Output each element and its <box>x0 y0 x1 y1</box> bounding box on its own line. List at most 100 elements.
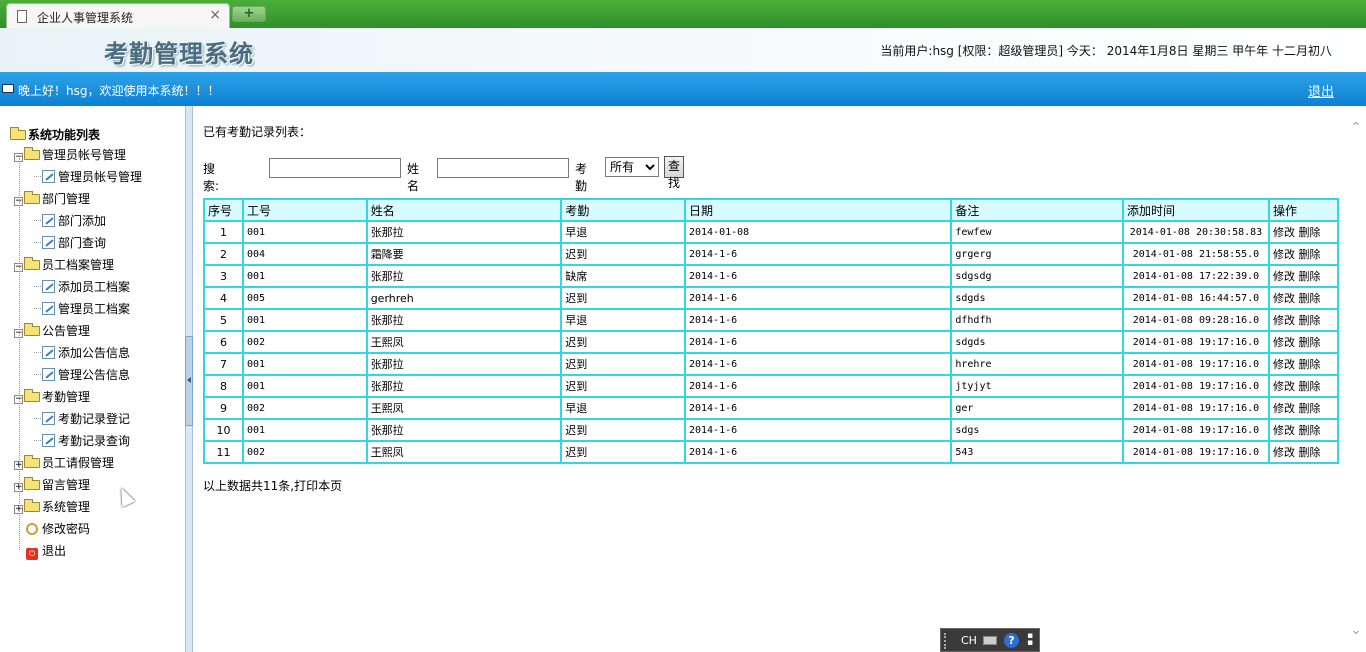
table-row: 6 002 王熙凤 迟到 2014-1-6 sdgds 2014-01-08 19:17:1… <box>203 330 1340 354</box>
record-date-cell: 2014-1-6 <box>683 330 953 354</box>
scroll-down-icon[interactable]: ⌄ <box>1350 623 1362 637</box>
row-number-cell: 10 <box>203 418 244 442</box>
edit-page-icon <box>42 214 55 227</box>
delete-link[interactable]: 删除 <box>1298 424 1320 437</box>
search-button[interactable]: 查找 <box>664 156 685 190</box>
edit-link[interactable]: 修改 <box>1273 248 1295 261</box>
tree-group[interactable]: − 公告管理 <box>14 322 90 339</box>
name-input[interactable] <box>437 158 569 178</box>
edit-link[interactable]: 修改 <box>1273 446 1295 459</box>
tree-link[interactable]: 考勤记录查询 <box>42 432 130 449</box>
sidebar: 系统功能列表 − 管理员帐号管理管理员帐号管理 − 部门管理部门添加部门查询 − 员工档案… <box>0 106 186 652</box>
record-note-cell: jtyjyt <box>950 374 1124 398</box>
actions-cell: 修改 删除 <box>1267 396 1340 420</box>
row-number-cell: 4 <box>203 286 244 310</box>
user-info: 当前用户:hsg [权限：超级管理员] 今天： 2014年1月8日 星期三 甲午… <box>880 44 1332 58</box>
tree-link[interactable]: 管理员工档案 <box>42 300 130 317</box>
employee-id-cell: 001 <box>241 352 368 376</box>
table-header-row: 序号 工号 姓名 考勤 日期 备注 添加时间 操作 <box>203 198 1340 222</box>
employee-name-cell: 张那拉 <box>365 418 563 442</box>
tree-link[interactable]: 部门添加 <box>42 212 106 229</box>
tree-group[interactable]: − 管理员帐号管理 <box>14 146 126 163</box>
edit-page-icon <box>42 368 55 381</box>
tree-link[interactable]: 添加员工档案 <box>42 278 130 295</box>
added-time-cell: 2014-01-08 16:44:57.0 <box>1121 286 1270 310</box>
delete-link[interactable]: 删除 <box>1298 336 1320 349</box>
edit-link[interactable]: 修改 <box>1273 336 1295 349</box>
delete-link[interactable]: 删除 <box>1298 358 1320 371</box>
delete-link[interactable]: 删除 <box>1298 446 1320 459</box>
record-date-cell: 2014-1-6 <box>683 264 953 288</box>
tree-group[interactable]: + 留言管理 <box>14 476 90 493</box>
table-row: 11 002 王熙凤 迟到 2014-1-6 543 2014-01-08 19:17:16… <box>203 440 1340 464</box>
actions-cell: 修改 删除 <box>1267 352 1340 376</box>
grip-icon[interactable] <box>944 633 950 649</box>
record-note-cell: sdgds <box>950 330 1124 354</box>
edit-link[interactable]: 修改 <box>1273 358 1295 371</box>
tree-group[interactable]: − 考勤管理 <box>14 388 90 405</box>
employee-id-cell: 005 <box>241 286 368 310</box>
actions-cell: 修改 删除 <box>1267 418 1340 442</box>
tree-group[interactable]: + 员工请假管理 <box>14 454 114 471</box>
tree-link-label: 添加员工档案 <box>58 280 131 294</box>
edit-link[interactable]: 修改 <box>1273 270 1295 283</box>
tree-group-label: 考勤管理 <box>42 390 91 404</box>
employee-name-cell: 张那拉 <box>365 374 563 398</box>
employee-id-input[interactable] <box>269 158 401 178</box>
delete-link[interactable]: 删除 <box>1298 292 1320 305</box>
new-tab-button[interactable]: + <box>232 6 266 22</box>
logout-link[interactable]: 退出 <box>1308 81 1334 100</box>
edit-link[interactable]: 修改 <box>1273 424 1295 437</box>
delete-link[interactable]: 删除 <box>1298 314 1320 327</box>
edit-link[interactable]: 修改 <box>1273 226 1295 239</box>
edit-link[interactable]: 修改 <box>1273 314 1295 327</box>
edit-link[interactable]: 修改 <box>1273 402 1295 415</box>
tab-close-icon[interactable]: × <box>209 7 221 23</box>
record-note-cell: grgerg <box>950 242 1124 266</box>
exit-link[interactable]: ⏻ 退出 <box>26 542 66 560</box>
record-date-cell: 2014-1-6 <box>683 418 953 442</box>
collapse-sidebar-button[interactable] <box>185 336 193 426</box>
tree-link[interactable]: 考勤记录登记 <box>42 410 130 427</box>
tree-connector <box>34 242 41 243</box>
options-icon[interactable]: ▪ ▪ <box>1027 632 1033 648</box>
delete-link[interactable]: 删除 <box>1298 270 1320 283</box>
delete-link[interactable]: 删除 <box>1298 380 1320 393</box>
language-indicator[interactable]: CH <box>961 634 977 647</box>
record-date-cell: 2014-1-6 <box>683 374 953 398</box>
delete-link[interactable]: 删除 <box>1298 248 1320 261</box>
scroll-up-icon[interactable]: ⌃ <box>1350 121 1362 135</box>
tree-link-label: 考勤记录查询 <box>58 434 131 448</box>
tree-link[interactable]: 添加公告信息 <box>42 344 130 361</box>
table-row: 9 002 王熙凤 早退 2014-1-6 ger 2014-01-08 19:17:16.… <box>203 396 1340 420</box>
tree-link[interactable]: 部门查询 <box>42 234 106 251</box>
row-number-cell: 2 <box>203 242 244 266</box>
attendance-select[interactable]: 所有 <box>605 157 659 177</box>
folder-icon <box>24 455 40 468</box>
change-password-label: 修改密码 <box>42 522 91 536</box>
change-password-link[interactable]: 修改密码 <box>26 520 90 537</box>
browser-tab[interactable]: 企业人事管理系统 × <box>6 3 230 28</box>
table-row: 3 001 张那拉 缺席 2014-1-6 sdgsdg 2014-01-08 17:22:… <box>203 264 1340 288</box>
tree-group[interactable]: − 员工档案管理 <box>14 256 114 273</box>
delete-link[interactable]: 删除 <box>1298 226 1320 239</box>
help-icon[interactable]: ? <box>1004 633 1019 648</box>
edit-page-icon <box>42 236 55 249</box>
added-time-cell: 2014-01-08 17:22:39.0 <box>1121 264 1270 288</box>
table-row: 4 005 gerhreh 迟到 2014-1-6 sdgds 2014-01-08 16:… <box>203 286 1340 310</box>
tree-root[interactable]: 系统功能列表 <box>10 126 100 143</box>
keyboard-icon[interactable] <box>983 636 997 645</box>
tree-link[interactable]: 管理员帐号管理 <box>42 168 142 185</box>
exit-label: 退出 <box>42 544 67 558</box>
table-row: 2 004 霜降要 迟到 2014-1-6 grgerg 2014-01-08 21:58:… <box>203 242 1340 266</box>
tree-link-label: 管理员帐号管理 <box>58 170 143 184</box>
tree-link[interactable]: 管理公告信息 <box>42 366 130 383</box>
tree-group[interactable]: − 部门管理 <box>14 190 90 207</box>
edit-link[interactable]: 修改 <box>1273 292 1295 305</box>
delete-link[interactable]: 删除 <box>1298 402 1320 415</box>
record-date-cell: 2014-1-6 <box>683 440 953 464</box>
edit-link[interactable]: 修改 <box>1273 380 1295 393</box>
id-card-icon <box>2 84 14 93</box>
welcome-text: 晚上好！hsg，欢迎使用本系统！！！ <box>18 84 220 98</box>
tree-group[interactable]: + 系统管理 <box>14 498 90 515</box>
